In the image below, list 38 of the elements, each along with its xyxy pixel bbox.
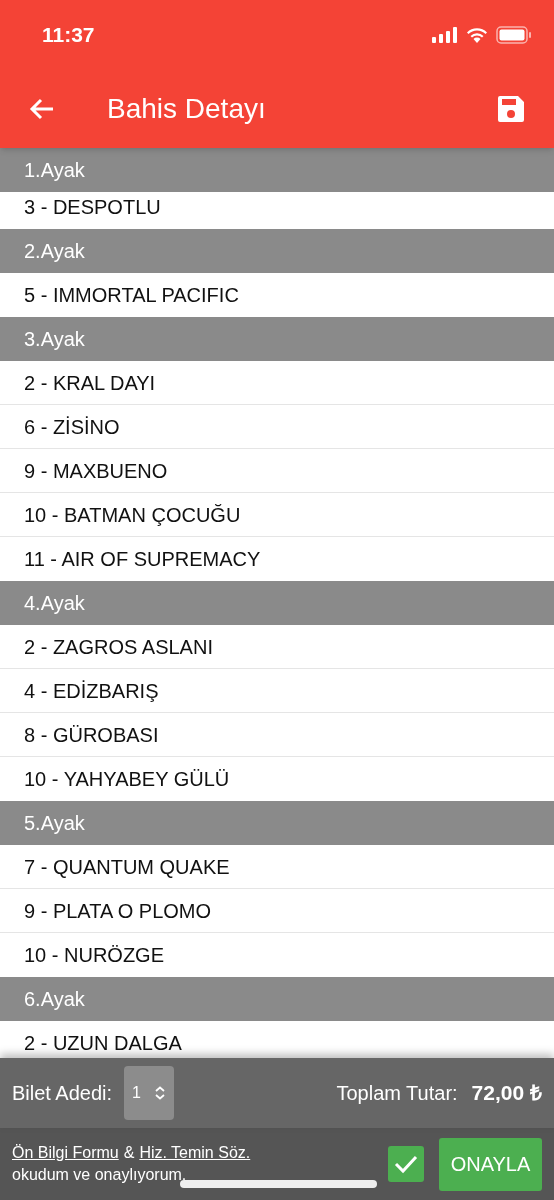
- leg-header: 5.Ayak: [0, 801, 554, 845]
- horse-entry: 10 - BATMAN ÇOCUĞU: [24, 503, 241, 526]
- horse-entry: 10 - NURÖZGE: [24, 944, 165, 966]
- screen-title: Bahis Detayı: [107, 92, 266, 126]
- horse-entry: 4 - EDİZBARIŞ: [24, 679, 159, 702]
- horse-entry: 3 - DESPOTLU: [24, 196, 161, 218]
- info-form-link[interactable]: Ön Bilgi Formu: [12, 1142, 119, 1164]
- leg-header: 4.Ayak: [0, 581, 554, 625]
- service-contract-link[interactable]: Hiz. Temin Söz.: [139, 1142, 251, 1164]
- horse-entry: 7 - QUANTUM QUAKE: [24, 855, 230, 878]
- save-button[interactable]: [496, 94, 526, 124]
- horse-entry: 6 - ZİSİNO: [24, 415, 120, 438]
- status-time: 11:37: [42, 22, 95, 49]
- ampersand-text: &: [123, 1143, 135, 1163]
- total-label: Toplam Tutar:: [336, 1081, 458, 1106]
- horse-entry: 2 - KRAL DAYI: [24, 371, 156, 394]
- horse-entry: 2 - ZAGROS ASLANI: [24, 635, 213, 658]
- total-amount: 72,00 ₺: [471, 1080, 542, 1107]
- leg-header: 2.Ayak: [0, 229, 554, 273]
- horse-entry: 11 - AIR OF SUPREMACY: [24, 548, 261, 570]
- horse-entry: 9 - MAXBUENO: [24, 459, 168, 482]
- checkmark-icon: [394, 1154, 418, 1174]
- back-arrow-icon: [29, 97, 55, 121]
- leg-header: 1.Ayak: [0, 148, 554, 192]
- horse-entry: 9 - PLATA O PLOMO: [24, 899, 212, 922]
- leg-header: 6.Ayak: [0, 977, 554, 1021]
- agreement-checkbox[interactable]: [388, 1146, 424, 1182]
- up-down-chevron-icon: [154, 1086, 167, 1100]
- agreement-text: okudum ve onaylıyorum.: [12, 1165, 188, 1185]
- leg-header: 3.Ayak: [0, 317, 554, 361]
- battery-icon: [496, 26, 532, 44]
- horse-entry: 2 - UZUN DALGA: [24, 1032, 182, 1054]
- wifi-icon: [466, 27, 488, 43]
- horse-entry: 10 - YAHYABEY GÜLÜ: [24, 768, 230, 790]
- ticket-count-label: Bilet Adedi:: [12, 1081, 113, 1106]
- signal-icon: [432, 27, 458, 43]
- horse-entry: 8 - GÜROBASI: [24, 723, 159, 746]
- horse-entry: 5 - IMMORTAL PACIFIC: [24, 284, 239, 306]
